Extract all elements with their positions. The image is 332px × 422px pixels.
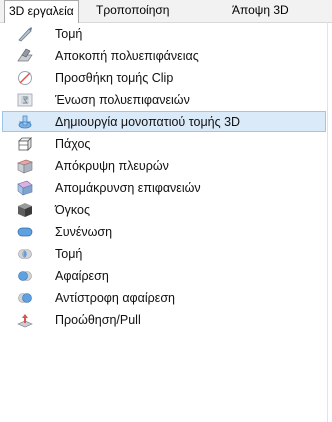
- menu-item-create-3d-section-path[interactable]: Δημιουργία μονοπατιού τομής 3D: [0, 111, 332, 133]
- menu-item-label: Απόκρυψη πλευρών: [55, 159, 169, 173]
- hide-faces-icon: [17, 159, 33, 174]
- menu-item-label: Αφαίρεση: [55, 269, 109, 283]
- menu-item-label: Προώθηση/Pull: [55, 313, 141, 327]
- trim-mesh-icon: [17, 48, 33, 62]
- intersect-icon: [18, 249, 32, 259]
- tab-modify[interactable]: Τροποποίηση: [96, 0, 169, 22]
- thickness-icon: [18, 137, 32, 151]
- menu-item-subtract[interactable]: Αφαίρεση: [0, 265, 332, 287]
- section-path-icon: [18, 115, 32, 129]
- menu-item-push-pull[interactable]: Προώθηση/Pull: [0, 309, 332, 331]
- menu-item-trim-mesh[interactable]: Αποκοπή πολυεπιφάνειας: [0, 45, 332, 67]
- menu-item-remove-surfaces[interactable]: Απομάκρυνση επιφανειών: [0, 177, 332, 199]
- reverse-subtract-icon: [18, 293, 32, 303]
- knife-icon: [18, 27, 32, 42]
- menu-item-section[interactable]: Τομή: [0, 23, 332, 45]
- clip-section-icon: [18, 71, 32, 85]
- menu-item-label: Συνένωση: [55, 225, 113, 239]
- menu-item-thickness[interactable]: Πάχος: [0, 133, 332, 155]
- menu-item-label: Δημιουργία μονοπατιού τομής 3D: [55, 115, 241, 129]
- menu-item-reverse-subtract[interactable]: Αντίστροφη αφαίρεση: [0, 287, 332, 309]
- subtract-icon: [18, 271, 32, 281]
- tab-3d-tools[interactable]: 3D εργαλεία: [4, 0, 79, 23]
- menu-item-label: Ένωση πολυεπιφανειών: [55, 93, 190, 107]
- menu-item-join-meshes[interactable]: Ένωση πολυεπιφανειών: [0, 89, 332, 111]
- menu-bar: 3D εργαλεία Τροποποίηση Άποψη 3D: [0, 0, 332, 23]
- menu-item-hide-faces[interactable]: Απόκρυψη πλευρών: [0, 155, 332, 177]
- dropdown-menu: Τομή Αποκοπή πολυεπιφάνειας Προσθήκη τομ…: [0, 23, 332, 422]
- push-pull-icon: [17, 314, 33, 328]
- menu-item-solid[interactable]: Όγκος: [0, 199, 332, 221]
- menu-item-label: Απομάκρυνση επιφανειών: [55, 181, 201, 195]
- menu-item-label: Προσθήκη τομής Clip: [55, 71, 174, 85]
- menu-item-label: Τομή: [55, 27, 83, 41]
- menu-item-label: Τομή: [55, 247, 83, 261]
- remove-surfaces-icon: [17, 180, 33, 196]
- union-icon: [17, 227, 33, 237]
- tab-3d-view[interactable]: Άποψη 3D: [232, 0, 289, 22]
- menu-item-intersect[interactable]: Τομή: [0, 243, 332, 265]
- menu-border: [327, 22, 328, 422]
- menu-item-label: Αντίστροφη αφαίρεση: [55, 291, 176, 305]
- solid-volume-icon: [18, 203, 32, 217]
- menu-item-label: Όγκος: [55, 203, 91, 217]
- menu-item-union[interactable]: Συνένωση: [0, 221, 332, 243]
- menu-item-label: Πάχος: [55, 137, 91, 151]
- menu-item-add-clip-section[interactable]: Προσθήκη τομής Clip: [0, 67, 332, 89]
- menu-item-label: Αποκοπή πολυεπιφάνειας: [55, 49, 199, 63]
- join-meshes-icon: [17, 93, 33, 107]
